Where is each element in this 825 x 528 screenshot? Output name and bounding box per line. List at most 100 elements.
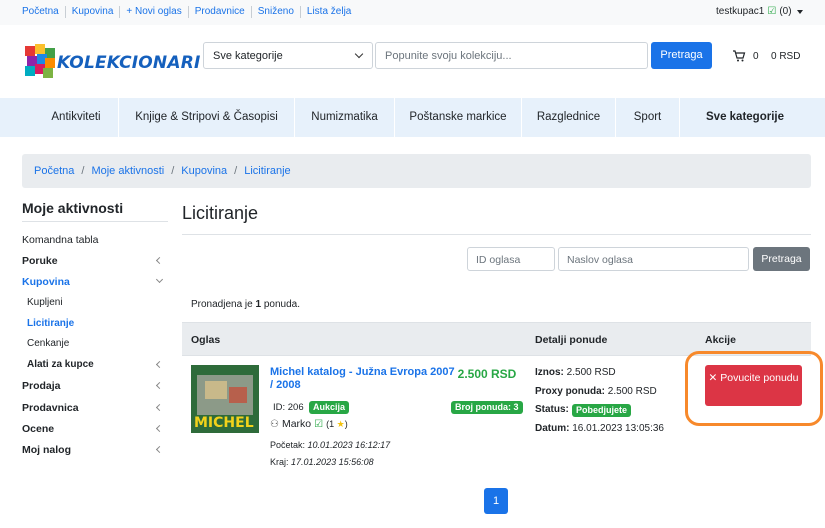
breadcrumb-separator: / (234, 165, 238, 177)
chevron-left-icon (155, 424, 164, 433)
results-prefix: Pronadjena je (191, 299, 256, 310)
sidebar-sub-licitiranje[interactable]: Licitiranje (27, 318, 74, 329)
seller-name[interactable]: Marko (282, 418, 311, 430)
sidebar-item-komandna-tabla[interactable]: Komandna tabla (22, 234, 168, 246)
top-link-novi-oglas[interactable]: + Novi oglas (119, 6, 187, 18)
sidebar-item-prodavnica[interactable]: Prodavnica (22, 402, 168, 414)
item-title-link[interactable]: Michel katalog - Južna Evropa 2007 / 200… (270, 366, 455, 392)
bid-date: Datum: 16.01.2023 13:05:36 (535, 423, 664, 434)
filter-search-button[interactable]: Pretraga (753, 247, 810, 271)
user-menu[interactable]: testkupac1 ☑ (0) (716, 6, 792, 17)
end-value: 17.01.2023 15:56:08 (291, 457, 374, 467)
chevron-left-icon (155, 256, 164, 265)
ad-title-input[interactable]: Naslov oglasa (558, 247, 749, 271)
highlight-annotation (685, 351, 823, 426)
end-date: Kraj: 17.01.2023 15:56:08 (270, 457, 374, 467)
sidebar-title: Moje aktivnosti (22, 200, 124, 216)
bids-count-badge: Broj ponuda: 3 (451, 401, 523, 414)
sidebar-item-label: Ocene (22, 423, 55, 435)
user-icon: ⚇ (270, 418, 279, 430)
chevron-down-icon (354, 49, 364, 59)
logo-text: KOLEKCIONARI (57, 53, 201, 73)
top-links: Početna Kupovina + Novi oglas Prodavnice… (22, 6, 357, 18)
pagination-page-1[interactable]: 1 (484, 488, 508, 514)
top-link-kupovina[interactable]: Kupovina (64, 6, 120, 18)
sidebar-item-moj-nalog[interactable]: Moj nalog (22, 444, 168, 456)
page-title: Licitiranje (182, 203, 259, 223)
column-header-oglas: Oglas (191, 334, 221, 346)
cat-knjige[interactable]: Knjige & Stripovi & Časopisi (119, 98, 295, 137)
sidebar-item-label: Alati za kupce (27, 359, 94, 370)
chevron-left-icon (155, 360, 164, 369)
thumbnail-stamp (205, 381, 227, 399)
column-header-detalji: Detalji ponude (535, 334, 608, 346)
cat-numizmatika[interactable]: Numizmatika (295, 98, 395, 137)
sidebar-item-poruke[interactable]: Poruke (22, 255, 168, 267)
chevron-left-icon (155, 381, 164, 390)
category-select[interactable]: Sve kategorije (203, 42, 373, 69)
site-logo[interactable]: KOLEKCIONARI (23, 42, 200, 82)
chevron-left-icon (155, 445, 164, 454)
breadcrumb-licitiranje[interactable]: Licitiranje (244, 165, 290, 177)
ad-id-input[interactable]: ID oglasa (467, 247, 555, 271)
breadcrumb-pocetna[interactable]: Početna (34, 165, 74, 177)
amount-value: 2.500 RSD (566, 367, 616, 378)
breadcrumb: Početna / Moje aktivnosti / Kupovina / L… (22, 154, 811, 188)
cart-total: 0 RSD (771, 51, 801, 62)
cat-postanske-markice[interactable]: Poštanske markice (395, 98, 522, 137)
sidebar-item-label: Prodaja (22, 380, 61, 392)
verified-icon: ☑ (314, 418, 324, 430)
rating-count: (1 (326, 418, 335, 429)
verified-icon: ☑ (767, 6, 777, 17)
sidebar-divider (22, 221, 168, 222)
product-thumbnail[interactable]: MICHEL (191, 365, 259, 433)
sidebar-item-label: Poruke (22, 255, 58, 267)
breadcrumb-separator: / (81, 165, 85, 177)
sidebar-item-prodaja[interactable]: Prodaja (22, 380, 168, 392)
top-link-pocetna[interactable]: Početna (22, 6, 65, 18)
user-name: testkupac1 (716, 6, 765, 17)
results-suffix: ponuda. (261, 299, 300, 310)
seller-rating: (1 ★) (326, 419, 348, 430)
search-input[interactable]: Popunite svoju kolekciju... (375, 42, 648, 69)
sidebar-item-kupovina[interactable]: Kupovina (22, 275, 168, 288)
puzzle-logo-icon (25, 44, 55, 78)
sidebar-sub-alati-za-kupce[interactable]: Alati za kupce (27, 359, 168, 370)
cat-antikviteti[interactable]: Antikviteti (34, 98, 119, 137)
chevron-left-icon (155, 403, 164, 412)
user-dropdown-caret-icon[interactable] (797, 10, 803, 14)
sidebar-item-label: Moj nalog (22, 444, 71, 456)
breadcrumb-moje-aktivnosti[interactable]: Moje aktivnosti (91, 165, 164, 177)
cat-sport[interactable]: Sport (616, 98, 680, 137)
sidebar-sub-cenkanje[interactable]: Cenkanje (27, 338, 69, 349)
date-value: 16.01.2023 13:05:36 (572, 423, 664, 434)
top-link-lista-zelja[interactable]: Lista želja (299, 6, 357, 18)
cat-sve-kategorije[interactable]: Sve kategorije (680, 98, 810, 137)
auction-badge: Aukcija (309, 401, 350, 414)
sidebar-item-label: Kupovina (22, 276, 70, 288)
status-label: Status: (535, 404, 569, 415)
sidebar-item-ocene[interactable]: Ocene (22, 423, 168, 435)
cart-count: 0 (753, 51, 759, 62)
cat-razglednice[interactable]: Razglednice (522, 98, 616, 137)
breadcrumb-separator: / (171, 165, 175, 177)
title-divider (182, 234, 811, 235)
proxy-bid: Proxy ponuda: 2.500 RSD (535, 386, 657, 397)
breadcrumb-kupovina[interactable]: Kupovina (181, 165, 227, 177)
item-id: ID: 206 (273, 402, 304, 413)
top-link-prodavnice[interactable]: Prodavnice (187, 6, 251, 18)
cart-icon[interactable] (732, 49, 746, 63)
user-count: (0) (779, 6, 792, 17)
column-header-akcije: Akcije (705, 334, 736, 346)
results-count: Pronadjena je 1 ponuda. (191, 299, 300, 310)
star-icon: ★ (336, 418, 345, 429)
search-button[interactable]: Pretraga (651, 42, 712, 69)
sidebar-sub-kupljeni[interactable]: Kupljeni (27, 297, 63, 308)
start-value: 10.01.2023 16:12:17 (307, 440, 391, 450)
rating-close: ) (344, 418, 348, 429)
thumbnail-brand: MICHEL (194, 415, 254, 431)
thumbnail-stamp (229, 387, 247, 403)
amount-label: Iznos: (535, 367, 564, 378)
top-link-snizeno[interactable]: Sniženo (250, 6, 300, 18)
end-label: Kraj: (270, 457, 289, 467)
